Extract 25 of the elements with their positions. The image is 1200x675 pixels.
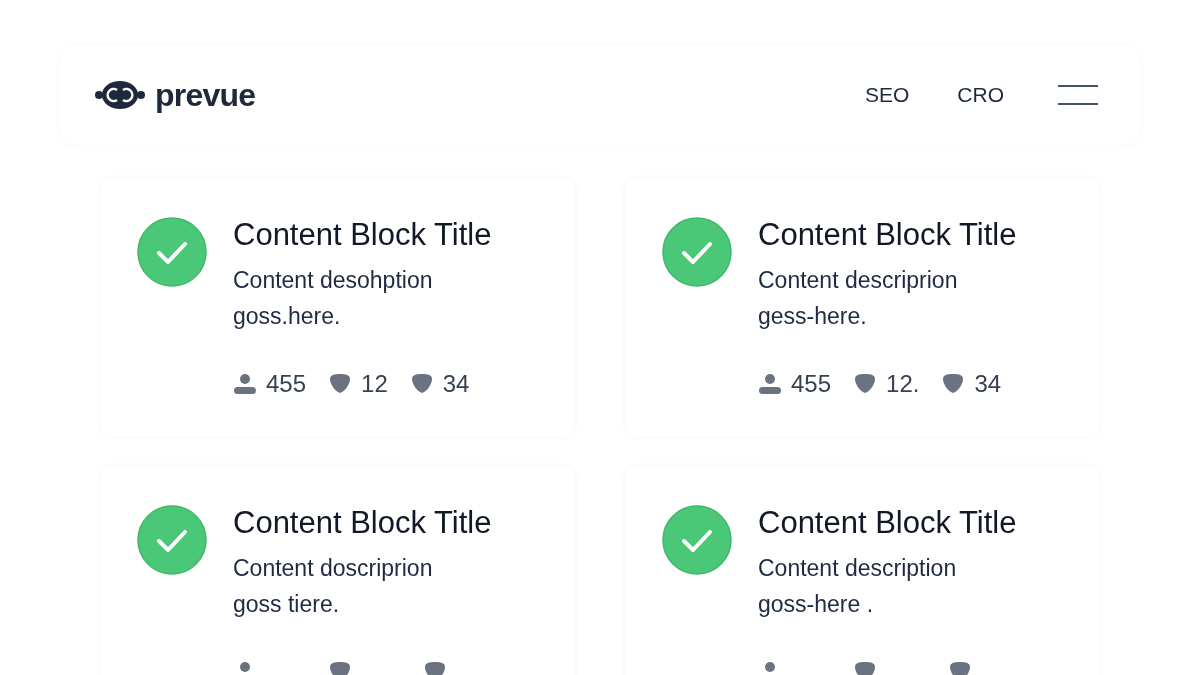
heart-icon <box>409 374 434 394</box>
heart-icon <box>941 374 966 394</box>
stat-count: 455 <box>791 370 832 398</box>
logo-icon <box>95 80 145 110</box>
card-description: Content desohption goss.here. <box>233 266 434 331</box>
stat-count: 12 <box>361 370 388 398</box>
stat-count: 455 <box>266 370 307 398</box>
card-title: Content Block Title <box>233 217 492 253</box>
card-title: Content Block Title <box>758 505 1018 541</box>
card-description: Content descriprion gess-here. <box>758 266 959 331</box>
stat-count: 34 <box>974 370 1002 398</box>
stat-count: 12. <box>886 370 920 398</box>
stat-count: 34 <box>442 370 470 398</box>
card-description: Content doscriprion goss tiere. <box>233 554 434 619</box>
brand-name: prevue <box>155 76 256 115</box>
menu-button[interactable] <box>1058 85 1098 105</box>
card-title: Content Block Title <box>233 505 493 541</box>
card-title: Content Block Title <box>758 217 1017 253</box>
nav-link[interactable]: SEO <box>864 79 910 111</box>
nav-link[interactable]: CRO <box>957 79 1004 111</box>
person-icon <box>233 373 257 395</box>
card-description: Content description goss-here . <box>758 554 958 619</box>
person-icon <box>758 373 782 395</box>
comment-icon <box>853 374 878 394</box>
comment-icon <box>328 374 353 394</box>
